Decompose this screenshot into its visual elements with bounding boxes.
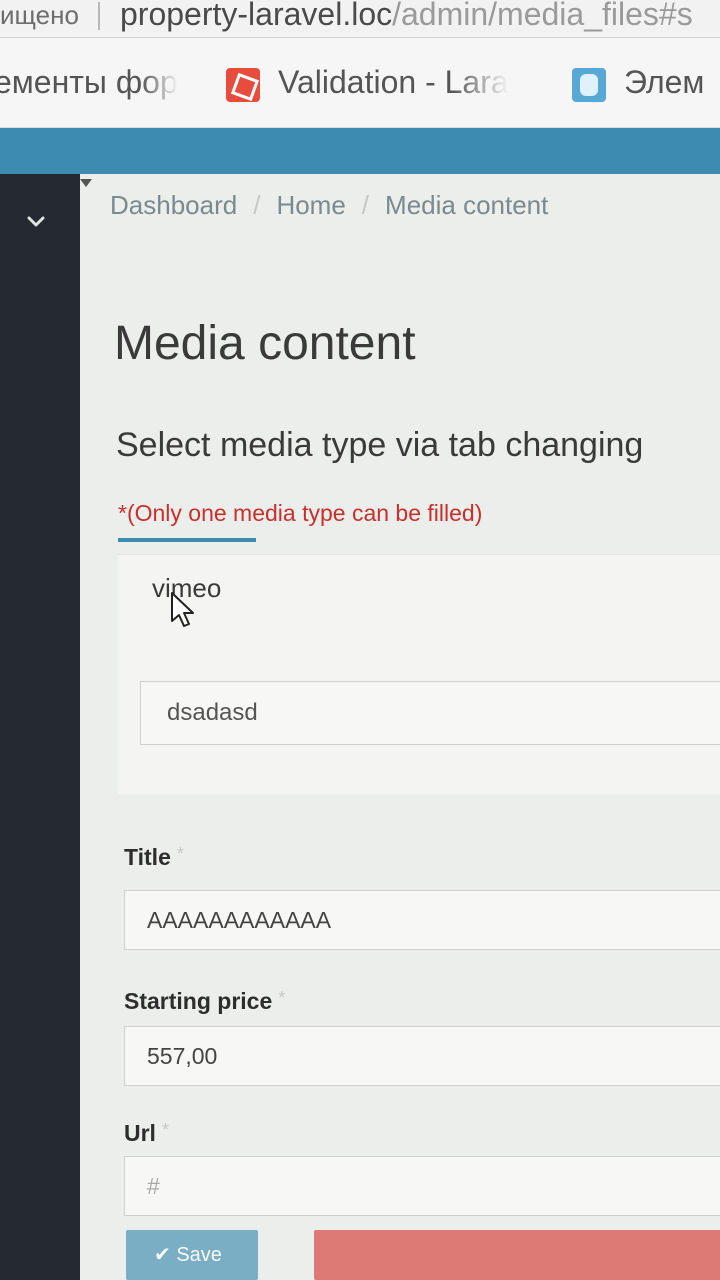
bookmark-item[interactable]: Элем [572,62,704,102]
breadcrumb-dashboard[interactable]: Dashboard [110,190,237,221]
url-path: /admin/media_files#s [392,0,693,32]
required-marker: * [176,844,184,864]
save-button-label: Save [176,1244,222,1266]
starting-price-input[interactable]: 557,00 [124,1026,720,1086]
validation-hint: *(Only one media type can be filled) [118,500,483,526]
laravel-icon [226,67,260,102]
bookmark-item[interactable]: Validation - Lara [226,62,509,102]
url-host: property-laravel.loc [120,0,393,32]
required-marker: * [161,1120,169,1140]
main-content: Dashboard / Home / Media content Media conte… [80,174,720,1280]
starting-price-label: Starting price * [124,988,285,1015]
url-label: Url * [124,1120,169,1147]
elements-icon [572,67,606,102]
bookmark-item[interactable]: ементы фор [0,62,178,102]
breadcrumb-separator: / [361,190,370,220]
bookmark-label: ементы фор [0,64,178,100]
title-label: Title * [124,844,184,871]
url-input[interactable]: # [124,1156,720,1216]
bookmark-label: Элем [624,64,705,100]
vimeo-input[interactable]: dsadasd [140,681,720,745]
chevron-down-icon[interactable] [24,210,48,234]
breadcrumb: Dashboard / Home / Media content [110,190,548,221]
caret-down-icon[interactable] [80,179,92,187]
breadcrumb-home[interactable]: Home [276,190,345,221]
title-input[interactable]: AAAAAAAAAAAA [124,890,720,950]
save-button[interactable]: ✔ Save [126,1230,258,1280]
mouse-cursor-icon [171,592,194,627]
active-tab-indicator [118,538,256,542]
danger-button[interactable] [314,1230,720,1280]
url-label-text: Url [124,1120,156,1146]
browser-url-bar[interactable]: ищено property-laravel.loc/admin/media_f… [0,0,720,38]
breadcrumb-separator: / [253,190,261,220]
section-subtitle: Select media type via tab changing [116,426,644,464]
breadcrumb-current: Media content [385,190,549,220]
title-label-text: Title [124,844,171,870]
url-separator [98,2,100,30]
required-marker: * [278,988,286,1008]
address-field[interactable]: property-laravel.loc/admin/media_files#s [120,0,693,32]
bookmarks-bar: ементы фор Validation - Lara Элем [0,38,720,128]
media-tab-panel: vimeo dsadasd [118,554,720,794]
bookmark-label: Validation - Lara [278,64,509,100]
page-title: Media content [114,317,416,370]
security-indicator[interactable]: ищено [0,0,79,30]
app-top-bar [0,128,720,174]
sidebar [0,174,80,1280]
starting-price-label-text: Starting price [124,988,273,1014]
